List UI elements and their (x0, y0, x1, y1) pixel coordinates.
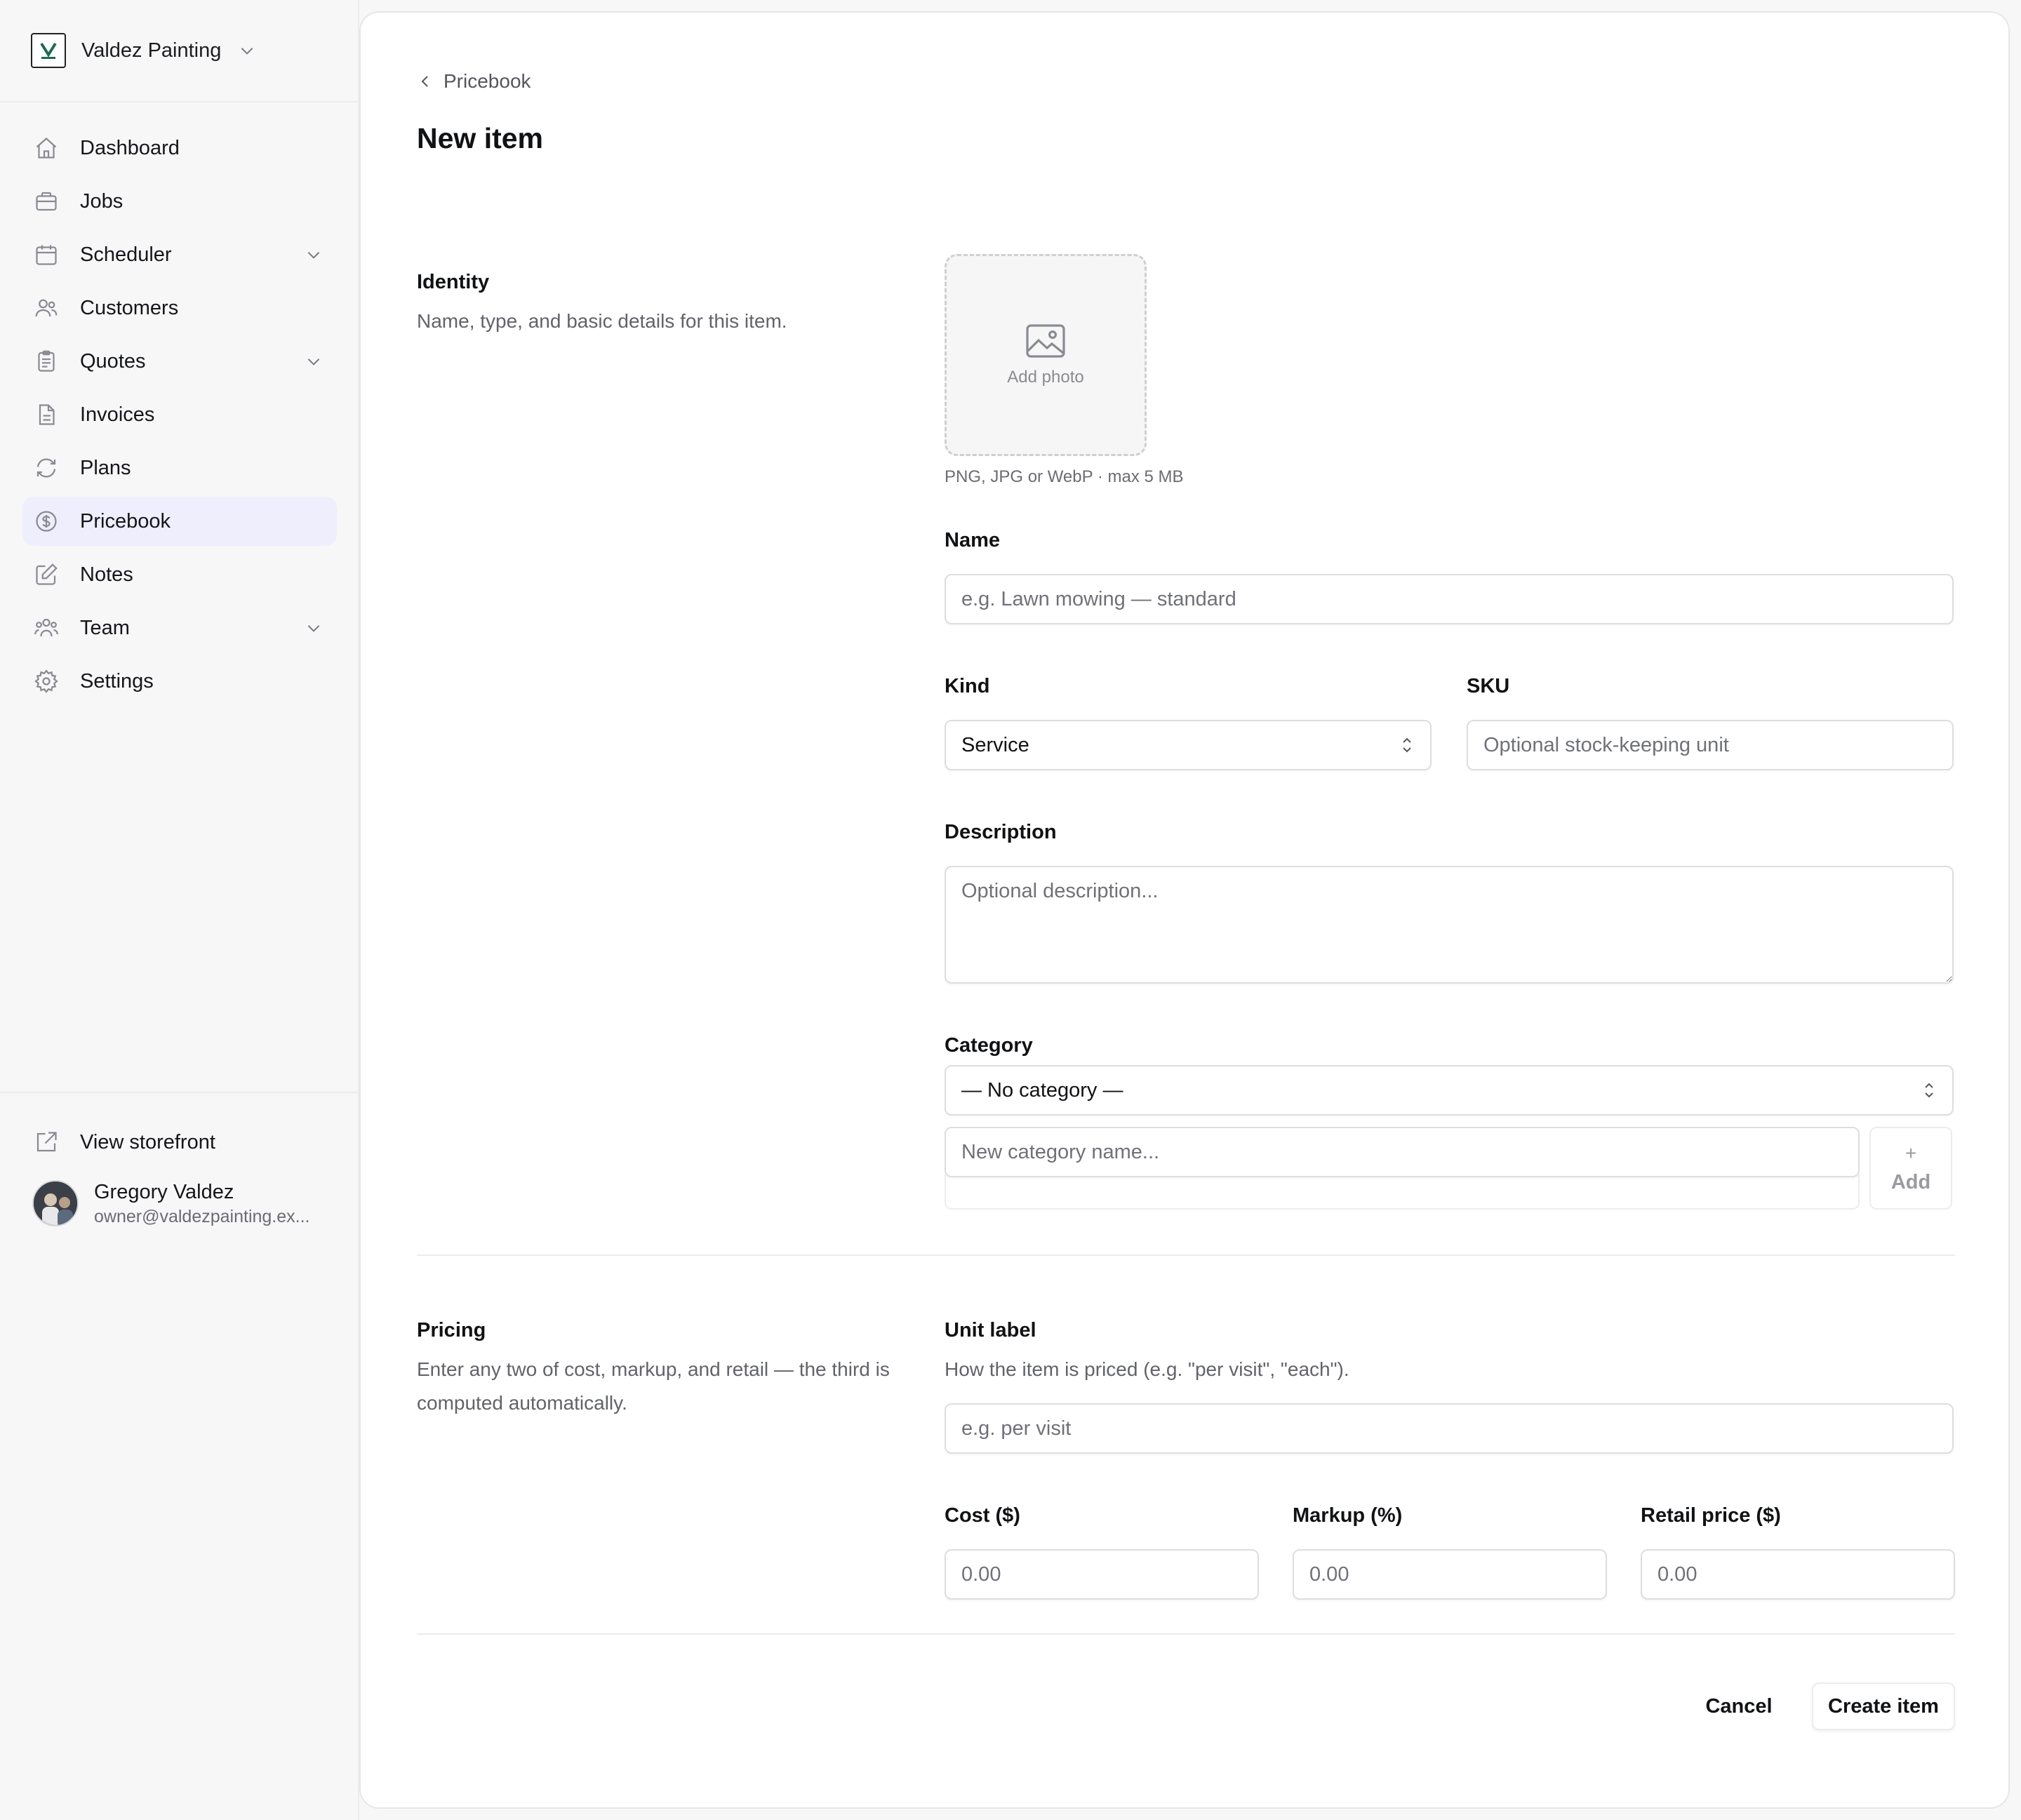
page-title: New item (417, 122, 543, 154)
team-icon (34, 615, 59, 641)
image-icon (1025, 323, 1067, 359)
users-icon (34, 295, 59, 321)
kind-label: Kind (945, 675, 990, 697)
sidebar-item-label: Customers (80, 296, 179, 319)
breadcrumb[interactable]: Pricebook (417, 70, 531, 93)
briefcase-icon (34, 189, 59, 214)
sidebar-item-team[interactable]: Team (22, 603, 337, 653)
identity-section-title: Identity (417, 271, 490, 293)
sidebar-item-label: Settings (80, 669, 154, 692)
sidebar-item-invoices[interactable]: Invoices (22, 390, 337, 439)
storefront-label: View storefront (80, 1130, 215, 1153)
user-profile[interactable]: Gregory Valdez owner@valdezpainting.ex..… (32, 1179, 326, 1228)
unit-label-help: How the item is priced (e.g. "per visit"… (945, 1358, 1349, 1380)
sidebar-item-notes[interactable]: Notes (22, 550, 337, 599)
add-photo-label: Add photo (1007, 368, 1084, 387)
breadcrumb-pricebook: Pricebook (443, 70, 531, 92)
create-item-button[interactable]: Create item (1812, 1682, 1955, 1730)
sidebar-item-label: Plans (80, 456, 131, 479)
sidebar-item-label: Quotes (80, 349, 146, 373)
unit-label-input[interactable] (945, 1403, 1954, 1454)
gear-icon (34, 669, 59, 694)
sku-input[interactable] (1467, 720, 1954, 770)
pencil-square-icon (34, 562, 59, 587)
unit-label-label: Unit label (945, 1319, 1036, 1341)
sidebar-item-quotes[interactable]: Quotes (22, 337, 337, 386)
markup-label: Markup (%) (1293, 1504, 1403, 1527)
refresh-icon (34, 455, 59, 481)
sidebar-item-label: Invoices (80, 403, 155, 426)
add-category-button[interactable]: + Add (1869, 1127, 1952, 1210)
sidebar-item-customers[interactable]: Customers (22, 283, 337, 333)
retail-price-label: Retail price ($) (1641, 1504, 1781, 1527)
workspace-switcher[interactable]: Valdez Painting (31, 31, 312, 70)
pricing-section-description: Enter any two of cost, markup, and retai… (417, 1358, 890, 1414)
sidebar-divider (0, 1092, 358, 1093)
sku-label: SKU (1467, 675, 1510, 697)
workspace-name: Valdez Painting (81, 39, 222, 62)
sidebar-item-label: Notes (80, 563, 133, 586)
calendar-icon (34, 242, 59, 267)
avatar (32, 1180, 79, 1226)
sidebar-item-label: Jobs (80, 189, 124, 213)
workspace-logo (31, 33, 66, 68)
markup-input[interactable] (1293, 1549, 1607, 1600)
sidebar-nav: Dashboard Jobs Scheduler Customers Quote… (22, 123, 337, 710)
kind-select[interactable]: Service (945, 720, 1432, 770)
chevron-down-icon (238, 41, 256, 60)
description-textarea[interactable] (945, 866, 1954, 984)
sidebar-item-settings[interactable]: Settings (22, 657, 337, 706)
sidebar-item-label: Dashboard (80, 136, 180, 159)
sidebar: Valdez Painting Dashboard Jobs Scheduler (0, 0, 359, 1820)
photo-hint: PNG, JPG or WebP · max 5 MB (945, 467, 1184, 486)
user-name: Gregory Valdez (94, 1181, 234, 1203)
retail-price-input[interactable] (1641, 1549, 1955, 1600)
name-input[interactable] (945, 574, 1954, 624)
main-content: Pricebook New item Identity Name, type, … (359, 11, 2010, 1809)
description-label: Description (945, 821, 1057, 843)
view-storefront-link[interactable]: View storefront (34, 1128, 215, 1156)
chevron-up-down-icon (1921, 1080, 1937, 1101)
pricing-section-title: Pricing (417, 1319, 486, 1341)
kind-select-value: Service (961, 733, 1029, 756)
category-label: Category (945, 1034, 1033, 1057)
sidebar-divider (0, 101, 358, 102)
sidebar-item-label: Team (80, 616, 130, 639)
new-category-input[interactable] (945, 1127, 1860, 1177)
document-icon (34, 402, 59, 427)
cost-input[interactable] (945, 1549, 1259, 1600)
sidebar-item-dashboard[interactable]: Dashboard (22, 123, 337, 173)
sidebar-item-label: Pricebook (80, 509, 171, 533)
plus-icon: + (1905, 1142, 1917, 1164)
add-photo-dropzone[interactable]: Add photo (945, 254, 1147, 456)
new-category-container (945, 1175, 1860, 1210)
sidebar-item-plans[interactable]: Plans (22, 443, 337, 493)
name-label: Name (945, 529, 1000, 551)
chevron-down-icon[interactable] (305, 619, 323, 637)
dollar-circle-icon (34, 509, 59, 534)
cost-label: Cost ($) (945, 1504, 1020, 1527)
external-link-icon (34, 1130, 59, 1155)
section-divider (417, 1254, 1955, 1256)
sidebar-item-jobs[interactable]: Jobs (22, 177, 337, 226)
add-category-label: Add (1890, 1170, 1931, 1193)
category-select-value: — No category — (961, 1078, 1123, 1102)
chevron-left-icon (417, 73, 434, 90)
sidebar-item-pricebook[interactable]: Pricebook (22, 497, 337, 546)
user-email: owner@valdezpainting.ex... (94, 1207, 310, 1226)
sidebar-item-label: Scheduler (80, 243, 172, 266)
clipboard-icon (34, 349, 59, 374)
identity-section-description: Name, type, and basic details for this i… (417, 310, 787, 332)
category-select[interactable]: — No category — (945, 1065, 1954, 1116)
sidebar-item-scheduler[interactable]: Scheduler (22, 230, 337, 279)
chevron-down-icon[interactable] (305, 352, 323, 370)
chevron-down-icon[interactable] (305, 246, 323, 264)
section-divider (417, 1633, 1955, 1635)
home-icon (34, 135, 59, 161)
chevron-up-down-icon (1399, 735, 1415, 756)
cancel-button[interactable]: Cancel (1687, 1682, 1791, 1730)
